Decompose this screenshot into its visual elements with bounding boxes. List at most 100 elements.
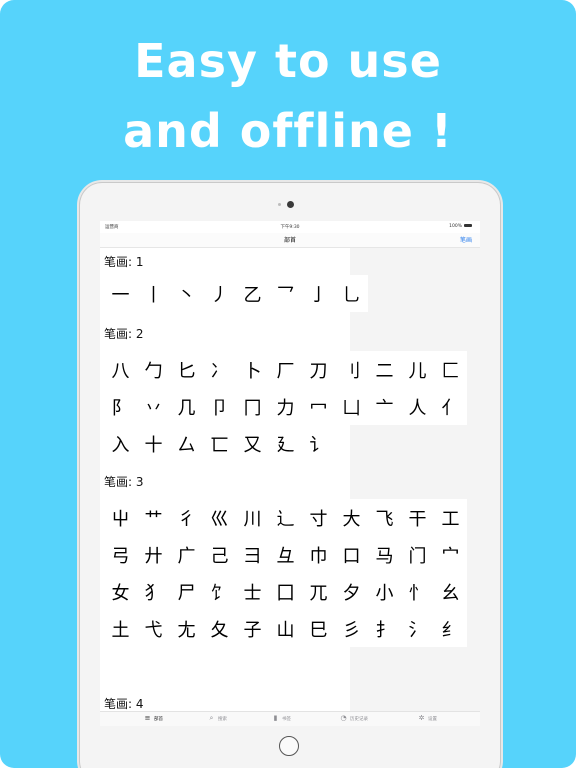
radical-cell[interactable]: 山 [269,610,302,647]
radical-cell[interactable]: 乚 [335,275,368,312]
radical-cell[interactable]: 巾 [302,536,335,573]
radical-cell[interactable]: 人 [401,388,434,425]
radical-cell[interactable]: 卜 [236,351,269,388]
radical-cell[interactable]: 儿 [401,351,434,388]
sensor-dot [278,203,281,206]
radical-cell[interactable]: 纟 [434,610,467,647]
radical-cell[interactable]: 二 [368,351,401,388]
radical-cell[interactable]: 廴 [269,425,302,462]
radical-cell[interactable]: 丷 [137,388,170,425]
radical-cell[interactable]: 宀 [434,536,467,573]
radical-cell[interactable]: 口 [335,536,368,573]
tab-search[interactable]: ⌕ 搜索 [208,715,227,722]
radical-cell[interactable]: 子 [236,610,269,647]
tab-bar: ≡ 部首 ⌕ 搜索 ▮ 书签 ◔ 历史记录 ✲ 设置 [100,711,480,726]
radical-cell[interactable]: 艹 [137,499,170,536]
radical-cell[interactable]: 刂 [335,351,368,388]
radical-cell[interactable]: 彡 [335,610,368,647]
battery-percent: 100% [449,224,462,229]
radical-cell[interactable]: 广 [170,536,203,573]
clock-icon: ◔ [340,714,347,722]
radical-list[interactable]: 笔画: 1 一丨丶丿乙乛亅乚笔画: 2 八勹匕冫卜厂刀刂二儿匚阝丷几卩冂力冖凵亠人亻… [100,248,480,711]
radical-cell[interactable]: 冂 [236,388,269,425]
radical-cell[interactable]: 入 [104,425,137,462]
radical-cell[interactable]: 乛 [269,275,302,312]
radical-cell[interactable]: 弓 [104,536,137,573]
radical-cell[interactable]: 土 [104,610,137,647]
radical-cell[interactable]: 亅 [302,275,335,312]
tab-label: 历史记录 [350,716,368,722]
home-button[interactable] [279,736,299,756]
radical-cell[interactable]: 飞 [368,499,401,536]
radical-cell[interactable]: 一 [104,275,137,312]
radical-cell[interactable]: 尢 [170,610,203,647]
radical-cell[interactable]: 厂 [269,351,302,388]
radical-cell[interactable]: 八 [104,351,137,388]
radical-cell[interactable]: 廾 [137,536,170,573]
tab-gear[interactable]: ✲ 设置 [418,715,437,722]
radical-cell[interactable]: 夂 [203,610,236,647]
radical-cell[interactable]: 士 [236,573,269,610]
radical-cell[interactable]: 冫 [203,351,236,388]
headline-line-1: Easy to use [134,34,442,88]
radical-cell[interactable]: 小 [368,573,401,610]
radical-cell[interactable]: 彑 [269,536,302,573]
radical-cell[interactable]: 彳 [170,499,203,536]
radical-cell[interactable]: 犭 [137,573,170,610]
radical-cell[interactable]: 扌 [368,610,401,647]
headline-line-2: and offline ! [123,104,453,158]
radical-cell[interactable]: 丿 [203,275,236,312]
radical-cell[interactable]: 干 [401,499,434,536]
radical-cell[interactable]: 勹 [137,351,170,388]
tab-book[interactable]: ▮ 书签 [272,715,291,722]
radical-cell[interactable]: 女 [104,573,137,610]
radical-cell[interactable]: 幺 [434,573,467,610]
radical-cell[interactable]: 己 [203,536,236,573]
tab-clock[interactable]: ◔ 历史记录 [340,715,368,722]
radical-cell[interactable]: 氵 [401,610,434,647]
radical-cell[interactable]: 刀 [302,351,335,388]
radical-cell[interactable]: 辶 [269,499,302,536]
radical-row: 入十厶匸又廴讠 [104,425,335,462]
stroke-count-header: 笔画: 1 [104,255,144,269]
radical-cell[interactable]: 饣 [203,573,236,610]
radical-cell[interactable]: 亻 [434,388,467,425]
radical-cell[interactable]: 冖 [302,388,335,425]
search-icon: ⌕ [209,714,214,722]
radical-cell[interactable]: 凵 [335,388,368,425]
radical-cell[interactable]: 门 [401,536,434,573]
radical-cell[interactable]: 阝 [104,388,137,425]
radical-cell[interactable]: 兀 [302,573,335,610]
radical-cell[interactable]: 大 [335,499,368,536]
radical-cell[interactable]: 匚 [434,351,467,388]
radical-cell[interactable]: 工 [434,499,467,536]
radical-cell[interactable]: 十 [137,425,170,462]
radical-cell[interactable]: 巛 [203,499,236,536]
radical-cell[interactable]: 弋 [137,610,170,647]
radical-cell[interactable]: 亠 [368,388,401,425]
radical-cell[interactable]: 力 [269,388,302,425]
radical-cell[interactable]: 寸 [302,499,335,536]
radical-cell[interactable]: 忄 [401,573,434,610]
radical-cell[interactable]: 匕 [170,351,203,388]
radical-cell[interactable]: 厶 [170,425,203,462]
radical-cell[interactable]: 尸 [170,573,203,610]
radical-cell[interactable]: 匸 [203,425,236,462]
radical-cell[interactable]: 马 [368,536,401,573]
radical-cell[interactable]: 川 [236,499,269,536]
radical-cell[interactable]: 彐 [236,536,269,573]
radical-cell[interactable]: 几 [170,388,203,425]
stroke-sort-button[interactable]: 笔画 [460,235,472,244]
radical-cell[interactable]: 丶 [170,275,203,312]
radical-cell[interactable]: 丨 [137,275,170,312]
radical-cell[interactable]: 屮 [104,499,137,536]
radical-cell[interactable]: 囗 [269,573,302,610]
radical-cell[interactable]: 夕 [335,573,368,610]
radical-cell[interactable]: 巳 [302,610,335,647]
radical-cell[interactable]: 又 [236,425,269,462]
tab-filter[interactable]: ≡ 部首 [144,715,163,722]
radical-row: 屮艹彳巛川辶寸大飞干工 [104,499,467,536]
radical-cell[interactable]: 讠 [302,425,335,462]
radical-cell[interactable]: 卩 [203,388,236,425]
radical-cell[interactable]: 乙 [236,275,269,312]
